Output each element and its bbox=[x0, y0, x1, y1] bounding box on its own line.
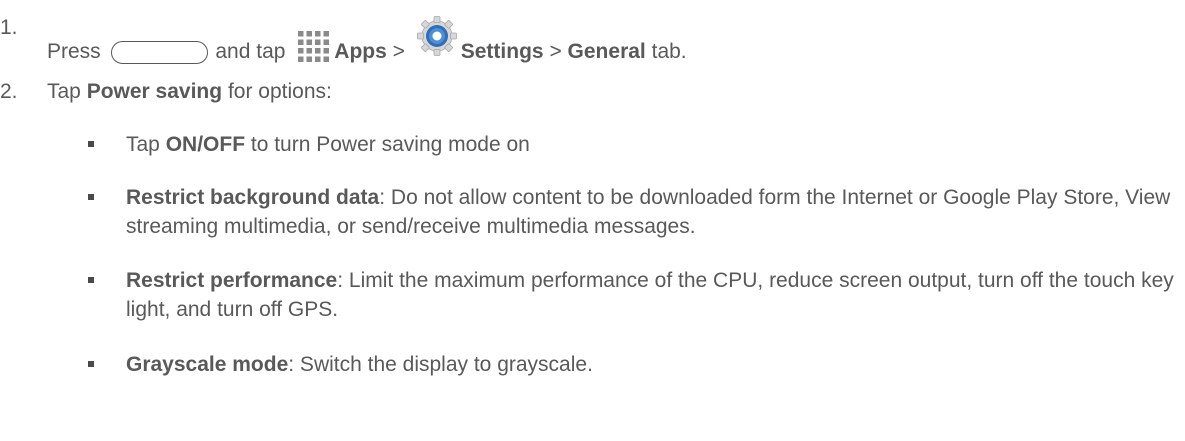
home-button-icon bbox=[110, 41, 208, 64]
separator: > bbox=[392, 40, 405, 63]
bullet-bold-term: Restrict background data bbox=[126, 186, 380, 209]
for-options-text: for options: bbox=[227, 80, 332, 103]
step-text: Press and tap Apps > Settings > General … bbox=[47, 16, 687, 64]
tab-word: tab. bbox=[651, 40, 687, 63]
bullet-description: : Switch the display to grayscale. bbox=[288, 353, 593, 376]
bullet-text: Restrict performance: Limit the maximum … bbox=[126, 266, 1176, 324]
bullet-bold-term: ON/OFF bbox=[165, 133, 246, 156]
bullet-text: Restrict background data: Do not allow c… bbox=[126, 183, 1176, 241]
settings-gear-icon bbox=[416, 16, 457, 56]
bullet-bold-term: Restrict performance bbox=[126, 269, 338, 292]
bullet-marker-icon bbox=[88, 277, 94, 283]
step-tap-word: Tap bbox=[47, 80, 81, 103]
instructions-page: 1. Press and tap Apps > Settings > Gener… bbox=[0, 0, 1185, 441]
settings-label: Settings bbox=[460, 40, 544, 63]
step-number: 1. bbox=[0, 16, 18, 39]
separator: > bbox=[549, 40, 562, 63]
step-number: 2. bbox=[0, 80, 18, 103]
bullet-description: to turn Power saving mode on bbox=[245, 133, 530, 156]
power-saving-label: Power saving bbox=[86, 80, 223, 103]
step-and-tap: and tap bbox=[215, 40, 286, 63]
bullet-marker-icon bbox=[88, 361, 94, 367]
bullet-text: Grayscale mode: Switch the display to gr… bbox=[126, 350, 1176, 379]
apps-label: Apps bbox=[334, 40, 387, 63]
bullet-pre-text: Tap bbox=[126, 133, 166, 156]
bullet-marker-icon bbox=[88, 141, 94, 147]
bullet-text: Tap ON/OFF to turn Power saving mode on bbox=[126, 130, 1176, 159]
bullet-bold-term: Grayscale mode bbox=[126, 353, 289, 376]
step-press-word: Press bbox=[47, 40, 101, 63]
general-label: General bbox=[567, 40, 646, 63]
apps-grid-icon bbox=[298, 31, 330, 62]
bullet-marker-icon bbox=[88, 194, 94, 200]
step-text: Tap Power saving for options: bbox=[47, 80, 332, 104]
